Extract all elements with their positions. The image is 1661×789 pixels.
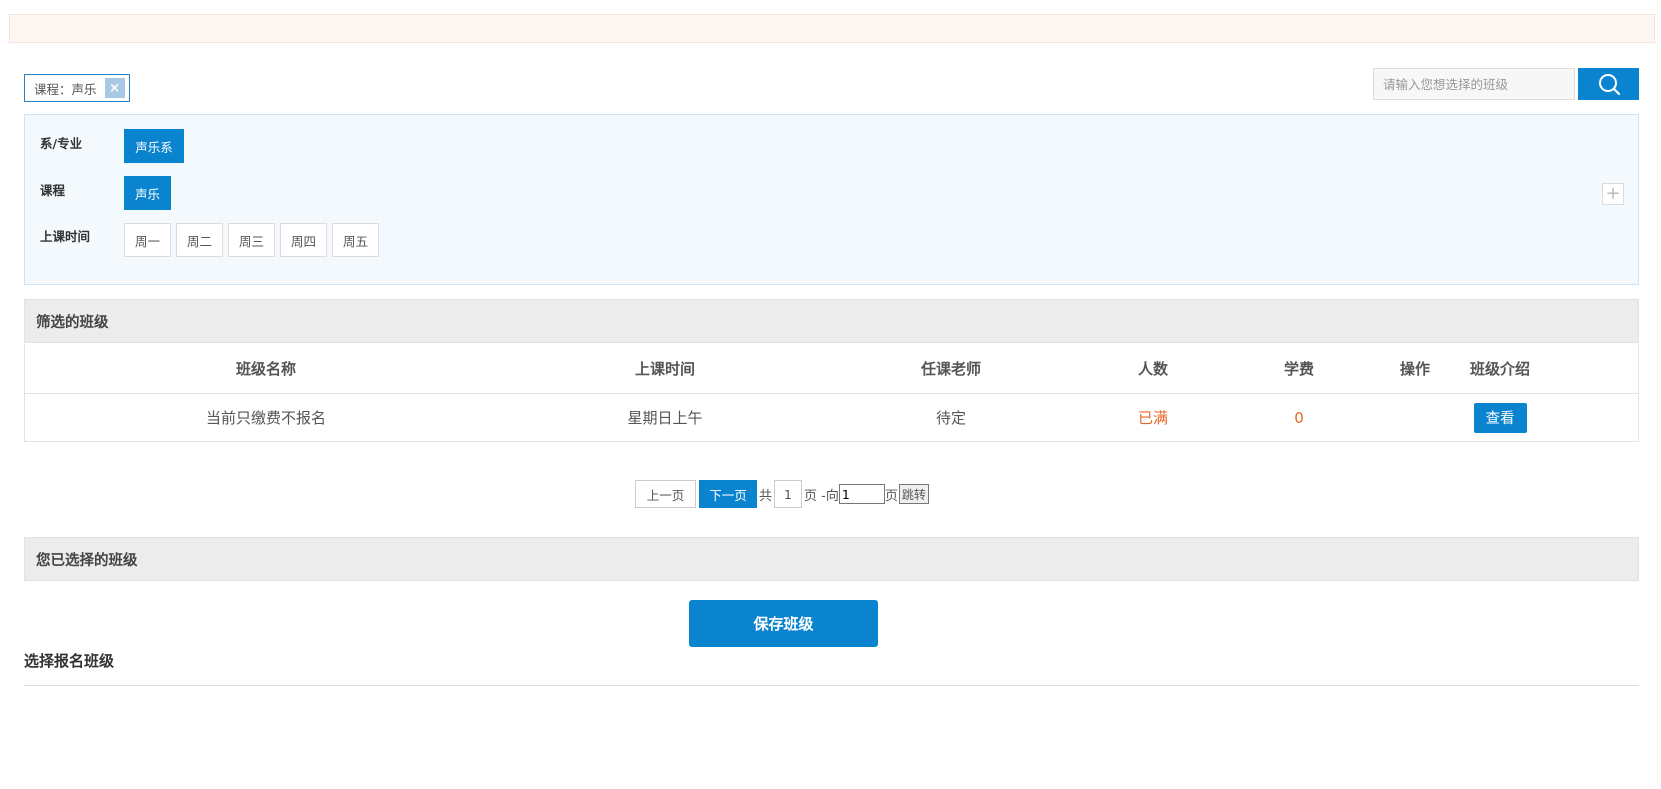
- total-prefix: 共: [759, 488, 773, 504]
- enroll-class-title: 选择报名班级: [24, 652, 115, 670]
- filter-label-course: 课程: [40, 183, 66, 198]
- filter-option-time-3[interactable]: 周四: [280, 223, 327, 257]
- divider: [24, 685, 1639, 686]
- filter-option-time-1[interactable]: 周二: [176, 223, 223, 257]
- filter-option-time-0[interactable]: 周一: [124, 223, 171, 257]
- table-header: 班级名称 上课时间 任课老师 人数 学费 操作 班级介绍: [25, 344, 1638, 394]
- col-header-name: 班级名称: [235, 360, 296, 378]
- cell-fee: 0: [1294, 408, 1304, 427]
- cell-name: 当前只缴费不报名: [205, 409, 326, 427]
- view-intro-button[interactable]: 查看: [1473, 402, 1527, 433]
- goto-page-input[interactable]: [838, 484, 885, 504]
- col-header-count: 人数: [1137, 360, 1168, 378]
- filtered-classes-header: 筛选的班级: [24, 299, 1639, 343]
- total-pages: 1: [774, 480, 803, 508]
- prev-page-button[interactable]: 上一页: [635, 480, 696, 508]
- cell-time: 星期日上午: [627, 409, 703, 427]
- filter-option-time-2[interactable]: 周三: [228, 223, 275, 257]
- cell-intro: 查看: [1450, 393, 1550, 442]
- col-header-teacher: 任课老师: [920, 360, 981, 378]
- cell-teacher: 待定: [935, 409, 966, 427]
- pagination: 上一页 下一页 共 1 页 -向 页 跳转: [635, 480, 929, 508]
- selected-classes-header: 您已选择的班级: [24, 537, 1639, 581]
- filter-option-department-0[interactable]: 声乐系: [124, 129, 184, 163]
- class-table: 班级名称 上课时间 任课老师 人数 学费 操作 班级介绍 当前只缴费不报名 星期…: [24, 344, 1639, 442]
- goto-button[interactable]: 跳转: [898, 484, 929, 504]
- save-classes-button[interactable]: 保存班级: [689, 600, 878, 647]
- cell-count: 已满: [1137, 409, 1168, 427]
- col-header-time: 上课时间: [634, 360, 695, 378]
- plus-icon[interactable]: +: [1602, 183, 1624, 205]
- notice-bar: [9, 14, 1655, 43]
- filter-label-time: 上课时间: [40, 229, 91, 244]
- filter-panel: 系/专业 声乐系 课程 声乐 上课时间 周一 周二 周三 周四 周五 +: [24, 114, 1639, 285]
- search-button[interactable]: [1578, 68, 1639, 100]
- col-header-fee: 学费: [1283, 360, 1314, 378]
- next-page-button[interactable]: 下一页: [699, 480, 757, 508]
- filter-option-course-0[interactable]: 声乐: [124, 176, 171, 210]
- goto-prefix: 页 -向: [804, 488, 839, 504]
- filter-label-department: 系/专业: [40, 136, 83, 151]
- filter-option-time-4[interactable]: 周五: [332, 223, 379, 257]
- selected-filter-tag-label: 课程：声乐: [34, 81, 97, 97]
- selected-filter-tag: 课程：声乐 ×: [24, 74, 130, 102]
- class-search-input[interactable]: [1373, 68, 1575, 100]
- col-header-intro: 班级介绍: [1469, 360, 1530, 378]
- search-icon: [1598, 74, 1620, 95]
- close-icon[interactable]: ×: [104, 78, 125, 98]
- goto-suffix: 页: [884, 488, 898, 504]
